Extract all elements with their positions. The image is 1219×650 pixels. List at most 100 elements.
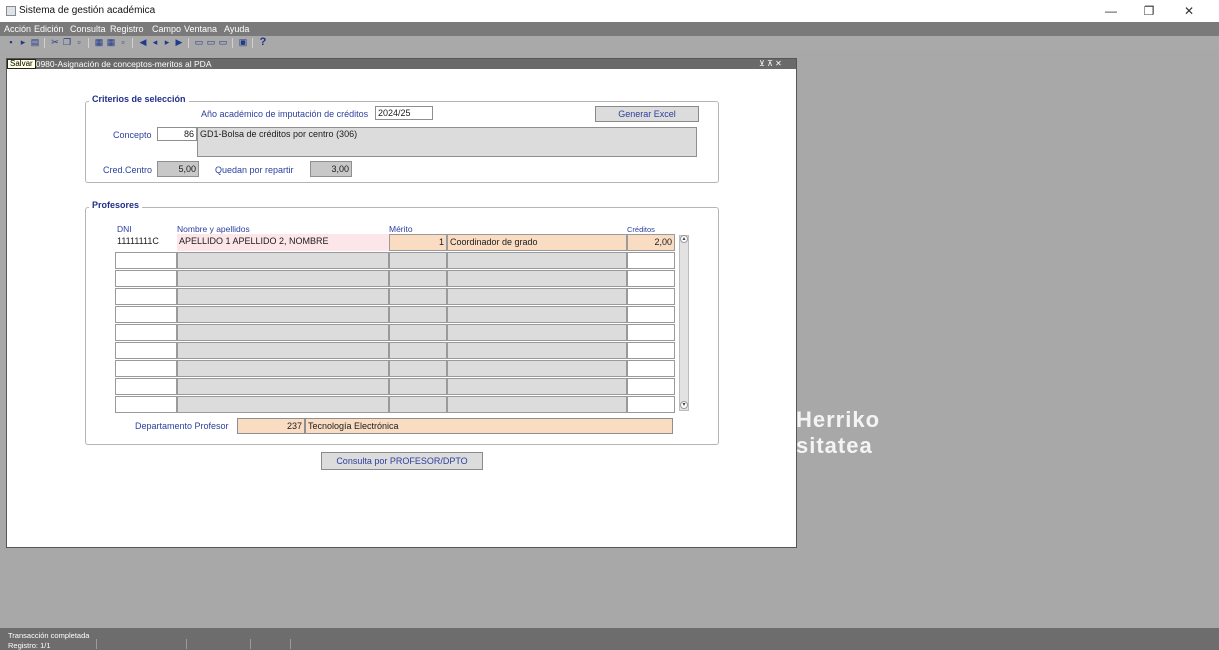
concepto-code-field[interactable]: 86 — [157, 127, 197, 141]
merito-description-cell[interactable] — [447, 306, 627, 323]
help-icon[interactable]: ? — [258, 37, 268, 48]
merito-number-cell[interactable] — [389, 378, 447, 395]
next-record-icon[interactable]: ▸ — [162, 37, 172, 48]
dni-cell[interactable] — [115, 378, 177, 395]
nombre-cell[interactable] — [177, 288, 389, 305]
generar-excel-button[interactable]: Generar Excel — [595, 106, 699, 122]
concepto-label: Concepto — [113, 130, 152, 140]
merito-number-cell[interactable] — [389, 306, 447, 323]
consulta-profesor-dpto-button[interactable]: Consulta por PROFESOR/DPTO — [321, 452, 483, 470]
creditos-cell[interactable] — [627, 288, 675, 305]
nombre-cell[interactable] — [177, 360, 389, 377]
departamento-label: Departamento Profesor — [135, 421, 229, 431]
merito-description-cell[interactable] — [447, 378, 627, 395]
merito-number-cell[interactable]: 1 — [389, 234, 447, 251]
lock-record-icon[interactable]: ▭ — [218, 37, 228, 48]
dni-cell[interactable] — [115, 324, 177, 341]
nombre-cell[interactable]: APELLIDO 1 APELLIDO 2, NOMBRE — [177, 234, 389, 251]
merito-description-cell[interactable] — [447, 252, 627, 269]
delete-record-icon[interactable]: ▭ — [206, 37, 216, 48]
merito-number-cell[interactable] — [389, 288, 447, 305]
exit-icon[interactable]: ▸ — [18, 37, 28, 48]
status-separator — [96, 639, 97, 649]
profesores-scrollbar[interactable] — [679, 235, 689, 411]
creditos-cell[interactable] — [627, 396, 675, 413]
menu-registro[interactable]: Registro — [110, 23, 144, 35]
merito-description-cell[interactable] — [447, 360, 627, 377]
dni-cell[interactable] — [115, 342, 177, 359]
first-record-icon[interactable]: ◀ — [138, 37, 148, 48]
nombre-cell[interactable] — [177, 378, 389, 395]
close-button[interactable]: ✕ — [1174, 2, 1204, 20]
dni-cell[interactable] — [115, 252, 177, 269]
creditos-cell[interactable]: 2,00 — [627, 234, 675, 251]
dni-cell[interactable] — [115, 288, 177, 305]
copy-icon[interactable]: ❐ — [62, 37, 72, 48]
print-icon[interactable]: ▤ — [30, 37, 40, 48]
profesores-label: Profesores — [89, 200, 143, 210]
menu-ayuda[interactable]: Ayuda — [224, 23, 249, 35]
merito-number-cell[interactable] — [389, 360, 447, 377]
creditos-cell[interactable] — [627, 342, 675, 359]
creditos-cell[interactable] — [627, 324, 675, 341]
cut-icon[interactable]: ✂ — [50, 37, 60, 48]
menu-consulta[interactable]: Consulta — [70, 23, 106, 35]
creditos-cell[interactable] — [627, 378, 675, 395]
merito-description-cell[interactable] — [447, 342, 627, 359]
dni-cell[interactable]: 11111111C — [115, 234, 177, 251]
menu-edicion[interactable]: Edición — [34, 23, 64, 35]
scroll-up-icon[interactable]: ▴ — [680, 235, 688, 243]
merito-description-cell[interactable]: Coordinador de grado — [447, 234, 627, 251]
nombre-cell[interactable] — [177, 396, 389, 413]
form-title: n0980-Asignación de conceptos-meritos al… — [31, 59, 212, 69]
query-enter-icon[interactable]: ▦ — [94, 37, 104, 48]
menu-accion[interactable]: Acción — [4, 23, 31, 35]
list-values-icon[interactable]: ▣ — [238, 37, 248, 48]
nombre-cell[interactable] — [177, 306, 389, 323]
dni-cell[interactable] — [115, 396, 177, 413]
merito-number-cell[interactable] — [389, 396, 447, 413]
insert-record-icon[interactable]: ▭ — [194, 37, 204, 48]
scroll-down-icon[interactable]: ▾ — [680, 401, 688, 409]
last-record-icon[interactable]: ▶ — [174, 37, 184, 48]
status-separator — [186, 639, 187, 649]
merito-number-cell[interactable] — [389, 324, 447, 341]
nombre-cell[interactable] — [177, 342, 389, 359]
menu-campo[interactable]: Campo — [152, 23, 181, 35]
paste-icon[interactable]: ▫ — [74, 37, 84, 48]
column-header-dni: DNI — [117, 224, 132, 234]
minimize-button[interactable]: — — [1096, 2, 1126, 20]
nombre-cell[interactable] — [177, 270, 389, 287]
form-window-controls[interactable]: ⊻ ⊼ ✕ — [759, 59, 782, 69]
merito-description-cell[interactable] — [447, 396, 627, 413]
query-cancel-icon[interactable]: ▫ — [118, 37, 128, 48]
dni-cell[interactable] — [115, 306, 177, 323]
status-bar: Transacción completada Registro: 1/1 — [0, 628, 1219, 650]
maximize-button[interactable]: ❐ — [1134, 2, 1164, 20]
anio-field[interactable]: 2024/25 — [375, 106, 433, 120]
background-logo-text: sitatea — [796, 433, 873, 458]
creditos-cell[interactable] — [627, 270, 675, 287]
merito-number-cell[interactable] — [389, 342, 447, 359]
merito-description-cell[interactable] — [447, 324, 627, 341]
creditos-cell[interactable] — [627, 252, 675, 269]
merito-number-cell[interactable] — [389, 252, 447, 269]
query-execute-icon[interactable]: ▦ — [106, 37, 116, 48]
departamento-code-field[interactable]: 237 — [237, 418, 305, 434]
creditos-cell[interactable] — [627, 360, 675, 377]
form-title-bar: n0980-Asignación de conceptos-meritos al… — [7, 59, 796, 69]
dni-cell[interactable] — [115, 360, 177, 377]
creditos-cell[interactable] — [627, 306, 675, 323]
merito-description-cell[interactable] — [447, 288, 627, 305]
cred-centro-field: 5,00 — [157, 161, 199, 177]
save-icon[interactable]: ▪ — [6, 37, 16, 48]
background-logo-text: Herriko — [796, 407, 881, 432]
dni-cell[interactable] — [115, 270, 177, 287]
record-indicator: Registro: 1/1 — [8, 641, 51, 650]
menu-ventana[interactable]: Ventana — [184, 23, 217, 35]
nombre-cell[interactable] — [177, 324, 389, 341]
previous-record-icon[interactable]: ◂ — [150, 37, 160, 48]
merito-description-cell[interactable] — [447, 270, 627, 287]
nombre-cell[interactable] — [177, 252, 389, 269]
merito-number-cell[interactable] — [389, 270, 447, 287]
